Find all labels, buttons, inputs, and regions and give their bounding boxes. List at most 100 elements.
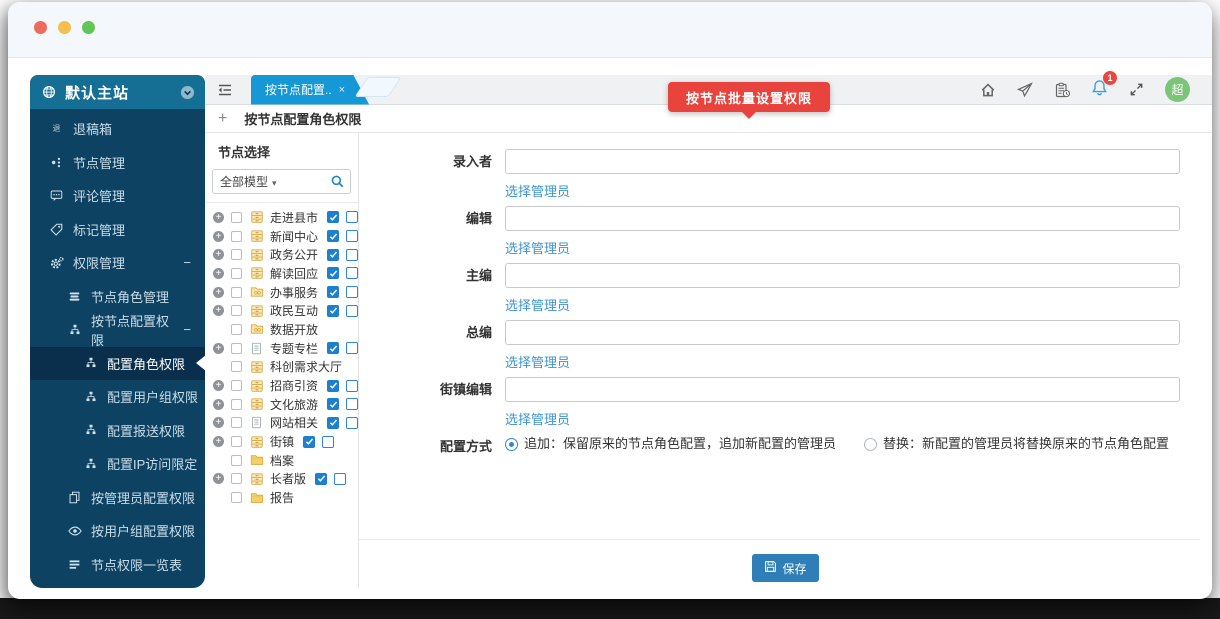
role-checkbox-unchecked[interactable] [346,286,359,299]
node-checkbox[interactable] [231,286,242,298]
role-checkbox-unchecked[interactable] [322,435,335,448]
expand-node-icon[interactable] [213,473,224,485]
node-checkbox[interactable] [231,398,242,410]
sidebar-item[interactable]: 权限管理 [30,246,205,280]
node-checkbox[interactable] [231,436,242,448]
node-checkbox[interactable] [231,267,242,279]
node-checkbox[interactable] [231,492,242,504]
tab-active[interactable]: 按节点配置.. × [251,75,369,105]
node-checkbox[interactable] [231,473,242,485]
minimize-window-icon[interactable] [58,21,71,34]
sidebar-item[interactable]: 配置用户组权限 [30,380,205,414]
config-mode-option[interactable]: 替换：新配置的管理员将替换原来的节点角色配置 [864,434,1169,454]
role-checkbox-unchecked[interactable] [346,248,359,261]
select-admin-link[interactable]: 选择管理员 [505,409,1180,428]
sidebar-item[interactable]: 按节点配置权限 [30,313,205,348]
fullscreen-icon[interactable] [1129,82,1144,97]
close-window-icon[interactable] [34,21,47,34]
role-checkbox-checked[interactable] [327,230,340,243]
role-checkbox-unchecked[interactable] [346,416,359,429]
tree-node-row[interactable]: 街镇 [205,432,358,451]
search-icon[interactable] [330,174,350,189]
expand-node-icon[interactable] [213,305,224,317]
expand-node-icon[interactable] [213,286,224,298]
role-checkbox-checked[interactable] [327,267,340,280]
role-checkbox-checked[interactable] [327,379,340,392]
node-checkbox[interactable] [231,380,242,392]
sidebar-item[interactable]: 标记管理 [30,213,205,247]
node-checkbox[interactable] [231,305,242,317]
role-checkbox-checked[interactable] [315,472,328,485]
role-checkbox-unchecked[interactable] [346,398,359,411]
expand-node-icon[interactable] [213,267,224,279]
admin-input[interactable] [505,206,1180,231]
radio-icon[interactable] [505,437,518,451]
select-admin-link[interactable]: 选择管理员 [505,238,1180,257]
expand-node-icon[interactable] [213,436,224,448]
tree-node-row[interactable]: 科创需求大厅 [205,358,358,377]
config-mode-option[interactable]: 追加：保留原来的节点角色配置，追加新配置的管理员 [505,434,836,454]
sidebar-item[interactable]: 按用户组配置权限 [30,514,205,548]
home-icon[interactable] [980,82,996,98]
node-checkbox[interactable] [231,323,242,335]
node-checkbox[interactable] [231,230,242,242]
expand-node-icon[interactable] [213,249,224,261]
node-checkbox[interactable] [231,361,242,373]
sidebar-item[interactable]: 配置IP访问限定 [30,447,205,481]
sidebar-item[interactable]: 节点管理 [30,146,205,180]
role-checkbox-unchecked[interactable] [346,230,359,243]
expand-node-icon[interactable] [213,398,224,410]
expand-node-icon[interactable] [213,380,224,392]
expand-node-icon[interactable] [213,417,224,429]
admin-input[interactable] [505,320,1180,345]
role-checkbox-unchecked[interactable] [346,304,359,317]
site-selector[interactable]: 默认主站 [30,75,205,109]
admin-input[interactable] [505,263,1180,288]
send-icon[interactable] [1017,81,1033,98]
sidebar-item[interactable]: 节点角色管理 [30,280,205,314]
role-checkbox-checked[interactable] [327,342,340,355]
select-admin-link[interactable]: 选择管理员 [505,352,1180,371]
sidebar-item[interactable]: 配置角色权限 [30,346,205,380]
role-checkbox-unchecked[interactable] [346,211,359,224]
avatar[interactable]: 超 [1165,77,1190,102]
tree-node-row[interactable]: 长者版 [205,470,358,489]
role-checkbox-checked[interactable] [327,304,340,317]
tree-node-row[interactable]: 新闻中心 [205,227,359,246]
role-checkbox-checked[interactable] [327,286,340,299]
sidebar-item[interactable]: 评论管理 [30,179,205,213]
expand-node-icon[interactable] [213,211,224,223]
role-checkbox-checked[interactable] [327,398,340,411]
node-checkbox[interactable] [231,417,242,429]
sidebar-item[interactable]: 节点权限一览表 [30,548,205,582]
role-checkbox-unchecked[interactable] [346,267,359,280]
sidebar-item[interactable]: 配置报送权限 [30,414,205,448]
add-tab-button[interactable]: + [218,110,227,127]
expand-node-icon[interactable] [213,230,224,242]
collapse-minus-icon[interactable] [183,322,191,337]
select-admin-link[interactable]: 选择管理员 [505,295,1180,314]
role-checkbox-checked[interactable] [327,248,340,261]
tree-node-row[interactable]: 档案 [205,451,358,470]
chevron-down-icon[interactable] [180,85,195,100]
admin-input[interactable] [505,149,1180,174]
tree-node-row[interactable]: 专题专栏 [205,339,359,358]
tree-node-row[interactable]: 走进县市 [205,208,359,227]
save-button[interactable]: 保存 [752,554,819,582]
tree-node-row[interactable]: 数据开放 [205,320,358,339]
role-checkbox-unchecked[interactable] [346,342,359,355]
tree-node-row[interactable]: 网站相关 [205,414,359,433]
sidebar-item[interactable]: 按管理员配置权限 [30,481,205,515]
maximize-window-icon[interactable] [82,21,95,34]
role-checkbox-unchecked[interactable] [346,379,359,392]
collapse-minus-icon[interactable] [183,255,191,270]
node-checkbox[interactable] [231,211,242,223]
tree-node-row[interactable]: 政民互动 [205,301,359,320]
node-checkbox[interactable] [231,249,242,261]
tree-node-row[interactable]: 招商引资 [205,376,359,395]
tree-node-row[interactable]: 文化旅游 [205,395,359,414]
clipboard-icon[interactable] [1054,82,1070,98]
admin-input[interactable] [505,377,1180,402]
role-checkbox-checked[interactable] [303,435,316,448]
tree-node-row[interactable]: 政务公开 [205,245,359,264]
